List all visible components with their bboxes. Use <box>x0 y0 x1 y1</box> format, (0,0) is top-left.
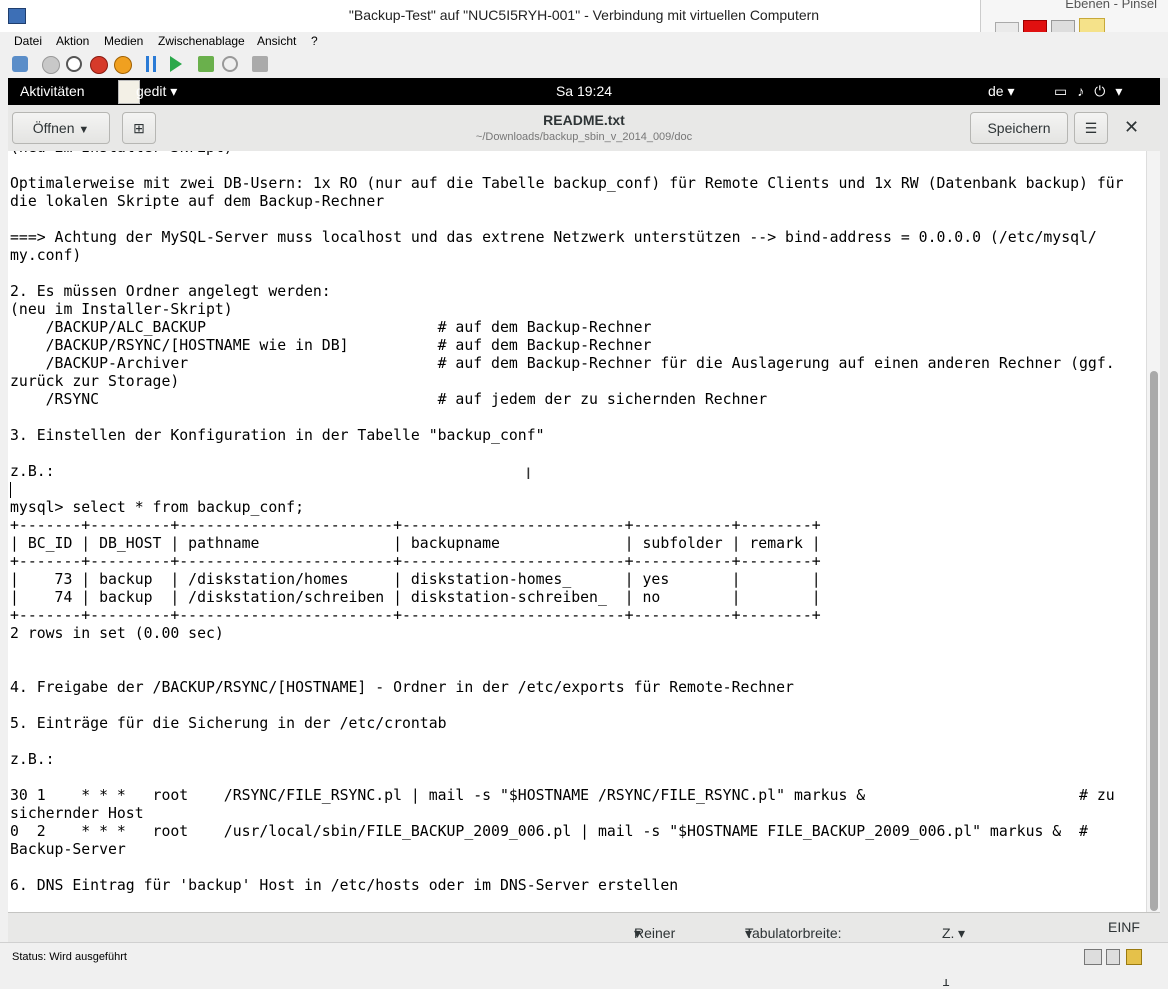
text-line <box>10 697 1124 715</box>
text-line: +-------+---------+---------------------… <box>10 607 821 624</box>
text-line: z.B.: <box>10 463 55 480</box>
gedit-headerbar: Öffnen ▼ ⊞ README.txt ~/Downloads/backup… <box>8 105 1160 152</box>
background-window-title: Ebenen - Pinsel <box>1065 0 1157 11</box>
mouse-icon <box>1106 949 1120 965</box>
scrollbar-thumb[interactable] <box>1150 371 1158 911</box>
text-line <box>10 157 1124 175</box>
chevron-down-icon: ▾ <box>1115 83 1133 99</box>
text-line: /BACKUP/ALC_BACKUP # auf dem Backup-Rech… <box>10 319 652 336</box>
text-line: +-------+---------+---------------------… <box>10 553 821 570</box>
chevron-down-icon: ▾ <box>958 925 966 941</box>
text-line: (neu im Installer-Skript) <box>10 301 233 318</box>
menu-ansicht[interactable]: Ansicht <box>257 34 296 48</box>
window-icon: ▭ <box>1054 83 1078 99</box>
pause-icon[interactable] <box>146 56 156 72</box>
text-line: zurück zur Storage) <box>10 373 180 390</box>
text-line: mysql> select * from backup_conf; <box>10 499 304 516</box>
gedit-statusbar: Reiner Text ▾ Tabulatorbreite: 8 ▾ Z. 30… <box>8 912 1160 989</box>
hamburger-icon: ☰ <box>1084 120 1098 136</box>
text-line: /BACKUP/RSYNC/[HOSTNAME wie in DB] # auf… <box>10 337 652 354</box>
save-state-icon[interactable] <box>114 56 132 74</box>
text-line <box>10 733 1124 751</box>
text-line: 3. Einstellen der Konfiguration in der T… <box>10 427 545 444</box>
text-line <box>10 265 1124 283</box>
text-line: Optimalerweise mit zwei DB-Usern: 1x RO … <box>10 175 1124 192</box>
chevron-down-icon: ▾ <box>745 925 753 941</box>
keyboard-icon <box>1084 949 1102 965</box>
lock-icon <box>1126 949 1142 965</box>
text-line: /BACKUP-Archiver # auf dem Backup-Rechne… <box>10 355 1115 372</box>
ctrl-alt-del-icon[interactable] <box>12 56 28 72</box>
text-line <box>10 661 1124 679</box>
text-line: 2 rows in set (0.00 sec) <box>10 625 224 642</box>
start-icon[interactable] <box>42 56 60 74</box>
background-window-edge <box>1160 78 1168 942</box>
text-line <box>10 643 1124 661</box>
text-line: 0 2 * * * root /usr/local/sbin/FILE_BACK… <box>10 823 1088 840</box>
menu-bar: Datei Aktion Medien Zwischenablage Ansic… <box>0 32 1168 52</box>
insert-mode: EINF <box>1108 919 1140 935</box>
close-icon[interactable]: ✕ <box>1124 117 1139 138</box>
text-line: 5. Einträge für die Sicherung in der /et… <box>10 715 447 732</box>
checkpoint-icon[interactable] <box>198 56 214 72</box>
vm-status: Status: Wird ausgeführt <box>12 951 127 963</box>
text-line: 4. Freigabe der /BACKUP/RSYNC/[HOSTNAME]… <box>10 679 794 696</box>
menu-button[interactable]: ☰ <box>1074 112 1108 144</box>
ibeam-cursor-icon: I <box>526 464 531 483</box>
toolbar <box>0 52 1168 78</box>
text-line: sichernder Host <box>10 805 144 822</box>
revert-icon[interactable] <box>222 56 238 72</box>
language-label: de <box>988 83 1004 99</box>
menu-aktion[interactable]: Aktion <box>56 34 89 48</box>
text-line: 2. Es müssen Ordner angelegt werden: <box>10 283 331 300</box>
menu-zwischenablage[interactable]: Zwischenablage <box>158 34 245 48</box>
text-line <box>10 409 1124 427</box>
text-cursor <box>10 482 11 498</box>
shut-down-icon[interactable] <box>90 56 108 74</box>
system-status-area[interactable]: ▭♪⏻▾ <box>1054 83 1132 100</box>
text-editor[interactable]: (neu im Installer-Skript) Optimalerweise… <box>8 151 1146 912</box>
text-line: 30 1 * * * root /RSYNC/FILE_RSYNC.pl | m… <box>10 787 1115 804</box>
turn-off-icon[interactable] <box>66 56 82 72</box>
power-icon: ⏻ <box>1094 83 1116 99</box>
host-statusbar: Status: Wird ausgeführt <box>0 942 1168 979</box>
text-line: Backup-Server <box>10 841 126 858</box>
text-line: | 73 | backup | /diskstation/homes | dis… <box>10 571 821 588</box>
volume-icon: ♪ <box>1077 83 1095 99</box>
vertical-scrollbar[interactable] <box>1146 151 1161 912</box>
text-line: die lokalen Skripte auf dem Backup-Rechn… <box>10 193 385 210</box>
menu-help[interactable]: ? <box>311 34 318 48</box>
reset-icon[interactable] <box>170 56 182 72</box>
editor-text: (neu im Installer-Skript) Optimalerweise… <box>10 151 1124 895</box>
text-line: | BC_ID | DB_HOST | pathname | backupnam… <box>10 535 821 552</box>
text-line: +-------+---------+---------------------… <box>10 517 821 534</box>
keyboard-layout[interactable]: de ▾ <box>988 83 1015 100</box>
chevron-down-icon: ▾ <box>1007 83 1015 99</box>
enhanced-session-icon[interactable] <box>252 56 268 72</box>
text-line <box>10 445 1124 463</box>
window-titlebar: "Backup-Test" auf "NUC5I5RYH-001" - Verb… <box>0 0 980 33</box>
text-line: z.B.: <box>10 751 55 768</box>
menu-medien[interactable]: Medien <box>104 34 143 48</box>
text-line: ===> Achtung der MySQL-Server muss local… <box>10 229 1097 246</box>
menu-datei[interactable]: Datei <box>14 34 42 48</box>
chevron-down-icon: ▾ <box>634 925 642 941</box>
text-line: 6. DNS Eintrag für 'backup' Host in /etc… <box>10 877 679 894</box>
text-line <box>10 859 1124 877</box>
text-line <box>10 769 1124 787</box>
text-line <box>10 211 1124 229</box>
text-line: my.conf) <box>10 247 82 264</box>
save-button[interactable]: Speichern <box>970 112 1068 144</box>
gnome-top-bar: Aktivitäten gedit ▾ Sa 19:24 de ▾ ▭♪⏻▾ <box>8 78 1160 105</box>
text-line: | 74 | backup | /diskstation/schreiben |… <box>10 589 821 606</box>
text-line <box>10 481 1124 499</box>
text-line: /RSYNC # auf jedem der zu sichernden Rec… <box>10 391 768 408</box>
